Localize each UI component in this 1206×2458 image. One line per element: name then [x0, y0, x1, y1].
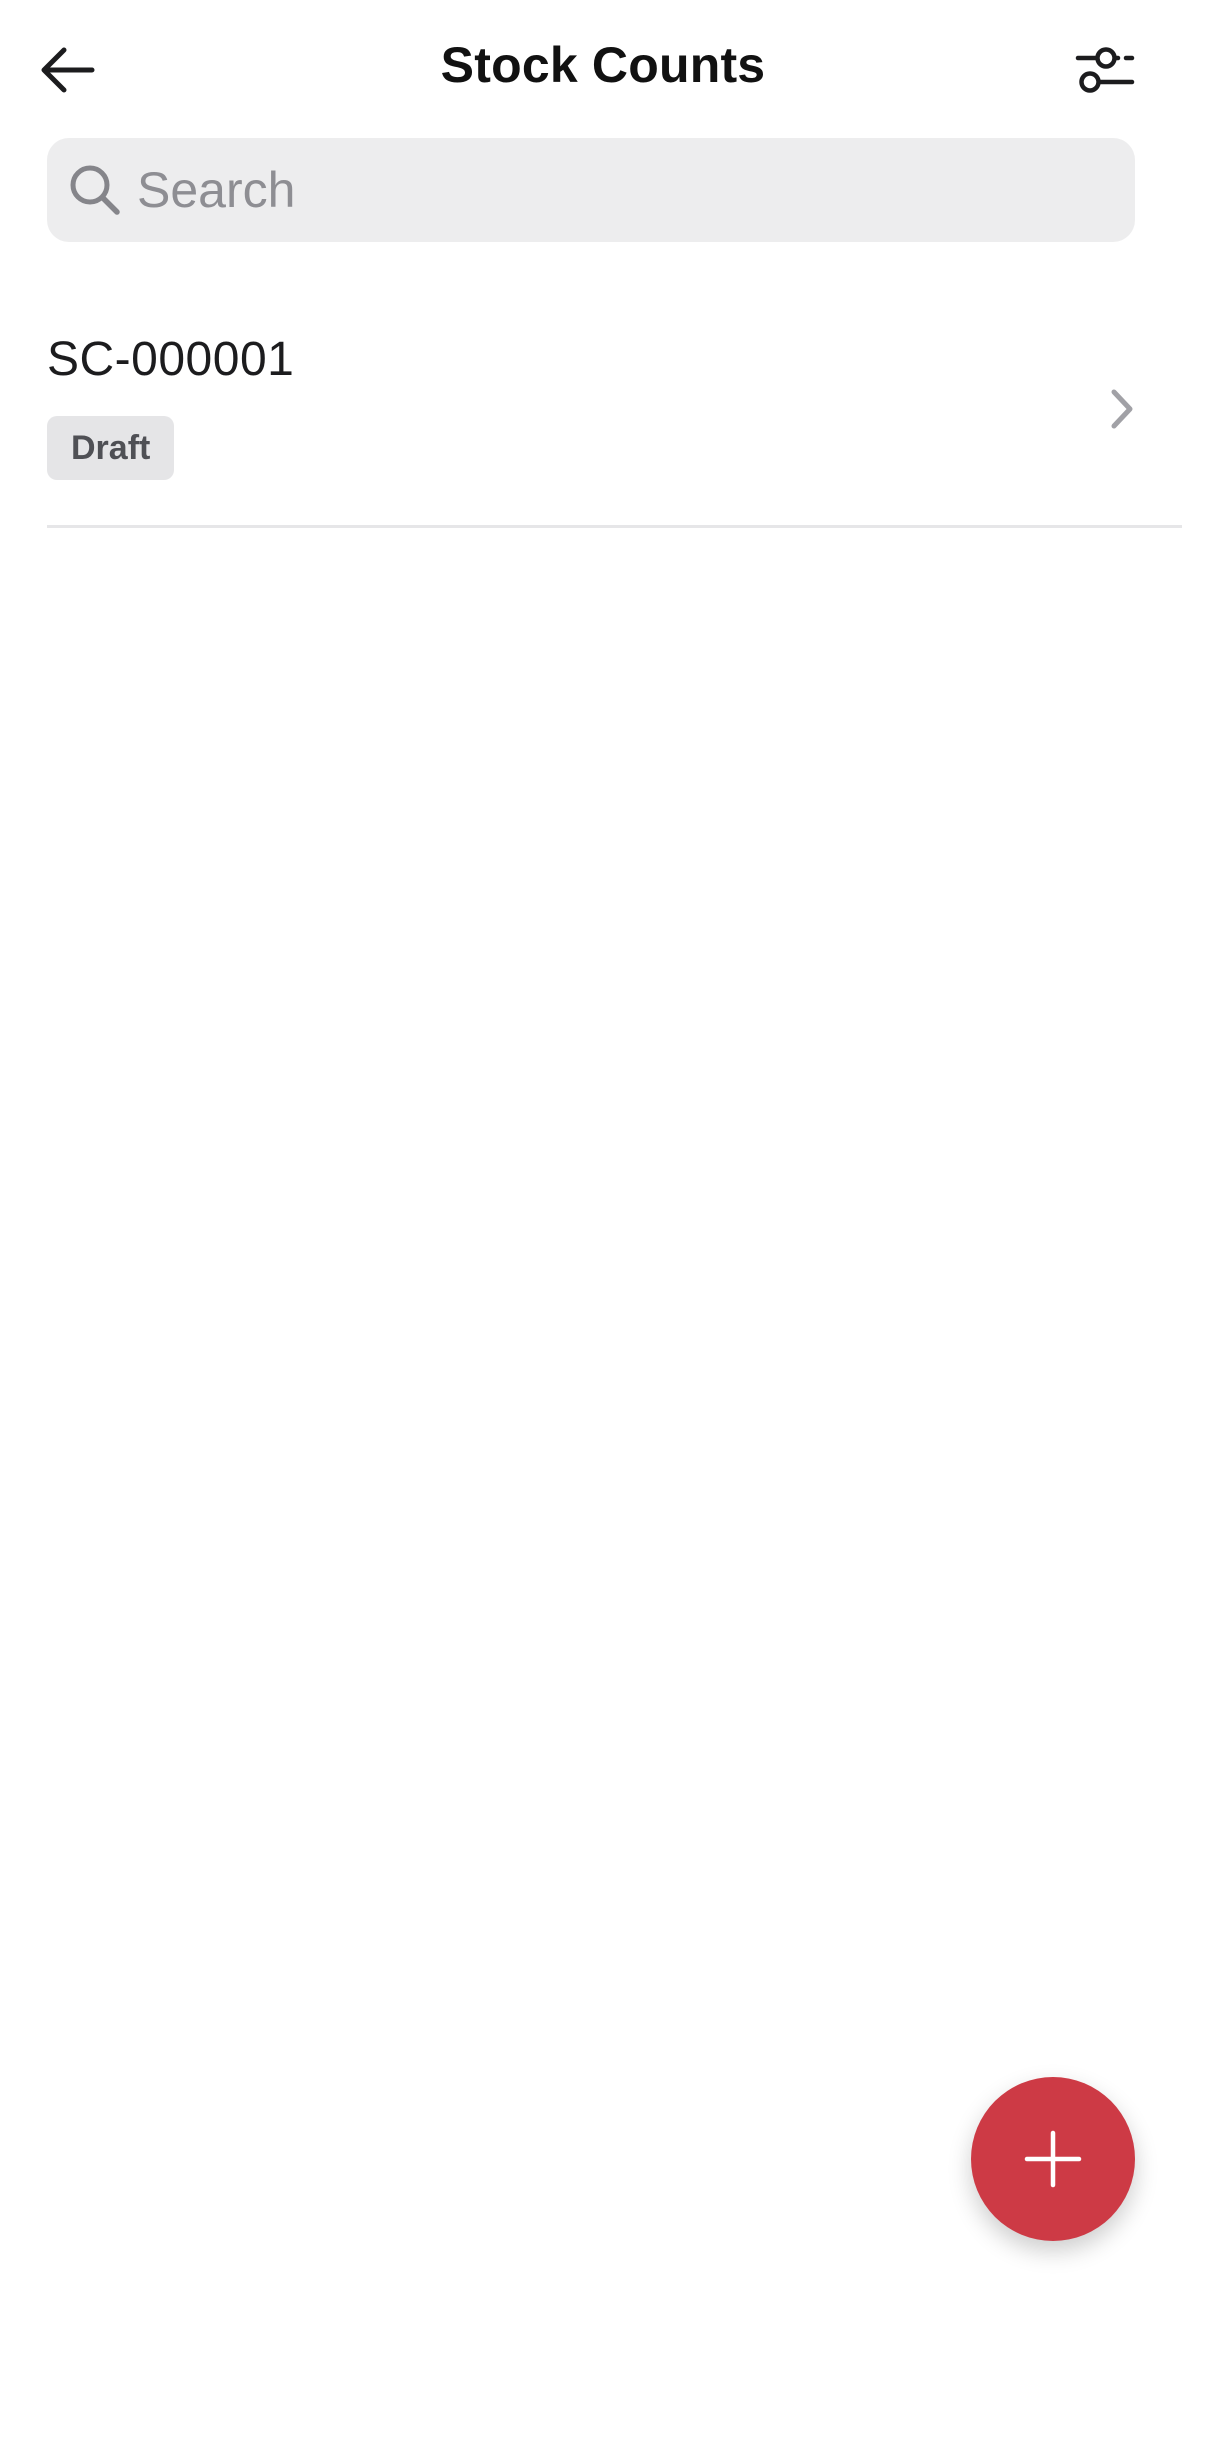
status-badge: Draft: [47, 416, 175, 480]
arrow-left-icon: [41, 47, 95, 93]
app-header: Stock Counts: [0, 0, 1206, 140]
add-stock-count-button[interactable]: [971, 2077, 1135, 2241]
search-bar: [47, 138, 1135, 242]
page-title: Stock Counts: [440, 37, 766, 93]
search-input[interactable]: [123, 138, 1135, 242]
filter-button[interactable]: [1060, 30, 1150, 110]
stock-count-id: SC-000001: [47, 333, 295, 386]
sliders-icon: [1075, 47, 1135, 93]
plus-icon: [1024, 2130, 1082, 2188]
chevron-right-icon: [1111, 389, 1133, 429]
stock-count-list: SC-000001 Draft: [0, 290, 1206, 528]
list-item[interactable]: SC-000001 Draft: [0, 290, 1206, 528]
divider: [47, 525, 1182, 528]
search-icon: [67, 162, 123, 218]
back-button[interactable]: [38, 30, 124, 110]
